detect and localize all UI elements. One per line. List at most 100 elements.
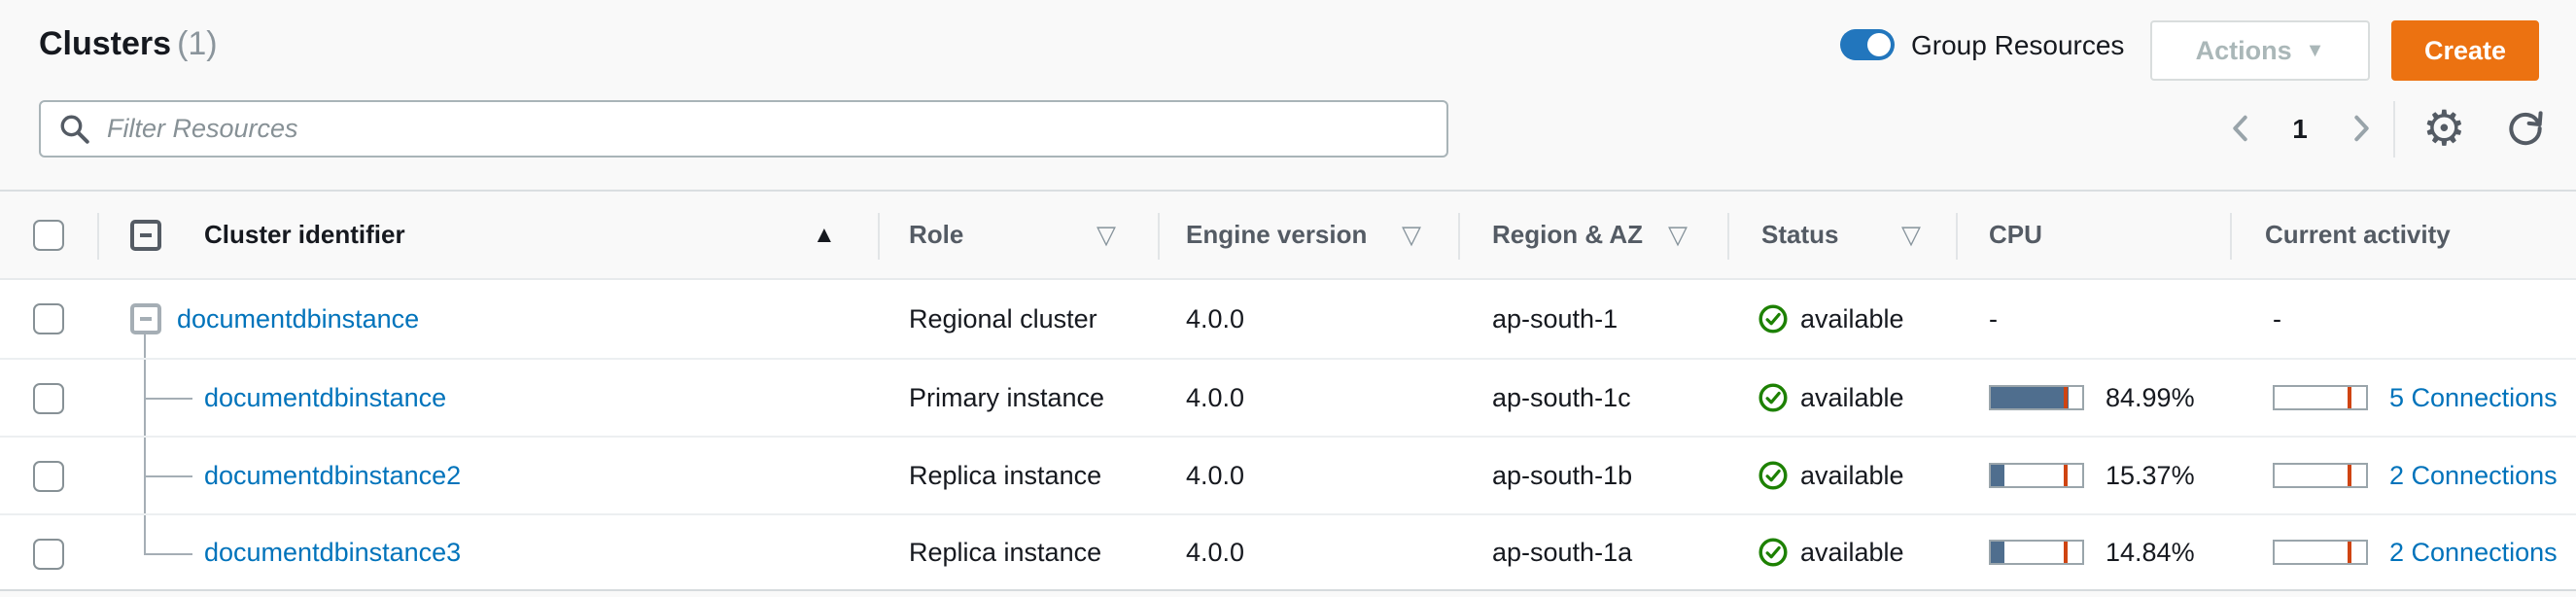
select-all-checkbox[interactable]	[33, 220, 64, 251]
region-cell: ap-south-1b	[1492, 438, 1632, 513]
row-checkbox[interactable]	[33, 383, 64, 414]
cpu-threshold-marker	[2064, 387, 2068, 408]
cpu-threshold-marker	[2064, 542, 2068, 563]
next-page-icon[interactable]	[2343, 111, 2378, 146]
sort-asc-icon[interactable]: ▲	[813, 192, 836, 278]
activity-meter	[2273, 385, 2368, 410]
sort-desc-icon[interactable]: ▽	[1901, 192, 1921, 278]
filter-box	[39, 100, 1448, 158]
region-cell: ap-south-1c	[1492, 360, 1631, 436]
filter-input[interactable]	[107, 114, 1429, 144]
column-header-cluster-identifier[interactable]: Cluster identifier	[204, 192, 405, 278]
cpu-threshold-marker	[2064, 465, 2068, 486]
region-cell: ap-south-1a	[1492, 515, 1632, 589]
activity-cell: 2 Connections	[2273, 438, 2558, 513]
search-icon	[58, 113, 91, 146]
status-text: available	[1800, 383, 1904, 413]
toolbar-divider	[2393, 101, 2395, 158]
cpu-percent: 15.37%	[2106, 461, 2195, 491]
instance-link[interactable]: documentdbinstance3	[204, 538, 461, 568]
tree-line	[144, 515, 146, 555]
engine-cell: 4.0.0	[1186, 280, 1244, 358]
cpu-meter	[1989, 463, 2084, 488]
page-title-text: Clusters	[39, 25, 171, 62]
activity-cell: 5 Connections	[2273, 360, 2558, 436]
sort-desc-icon[interactable]: ▽	[1668, 192, 1688, 278]
table-row-instance: documentdbinstance Primary instance 4.0.…	[0, 358, 2576, 436]
status-text: available	[1800, 304, 1904, 334]
status-ok-icon	[1758, 460, 1789, 491]
tree-line	[144, 334, 146, 358]
connections-link[interactable]: 5 Connections	[2389, 383, 2558, 413]
column-header-engine-version[interactable]: Engine version	[1186, 192, 1367, 278]
table-row-cluster: documentdbinstance Regional cluster 4.0.…	[0, 280, 2576, 358]
cpu-cell: 14.84%	[1989, 515, 2195, 589]
page-number[interactable]: 1	[2282, 114, 2317, 145]
column-header-cpu[interactable]: CPU	[1989, 192, 2042, 278]
activity-meter	[2273, 463, 2368, 488]
cpu-percent: 84.99%	[2106, 383, 2195, 413]
status-ok-icon	[1758, 537, 1789, 568]
cpu-cell: 84.99%	[1989, 360, 2195, 436]
cpu-percent: 14.84%	[2106, 538, 2195, 568]
activity-threshold-marker	[2348, 387, 2351, 408]
role-cell: Replica instance	[909, 515, 1101, 589]
row-checkbox[interactable]	[33, 539, 64, 570]
region-cell: ap-south-1	[1492, 280, 1618, 358]
row-checkbox[interactable]	[33, 461, 64, 492]
engine-cell: 4.0.0	[1186, 515, 1244, 589]
role-cell: Primary instance	[909, 360, 1104, 436]
role-cell: Regional cluster	[909, 280, 1097, 358]
status-cell: available	[1758, 360, 1904, 436]
engine-cell: 4.0.0	[1186, 438, 1244, 513]
engine-cell: 4.0.0	[1186, 360, 1244, 436]
status-cell: available	[1758, 438, 1904, 513]
group-resources-toggle[interactable]	[1840, 29, 1895, 60]
gear-icon[interactable]: ⚙	[2422, 101, 2466, 156]
clusters-page: Clusters(1) Group Resources Actions ▼ Cr…	[0, 0, 2576, 597]
actions-button-label: Actions	[2196, 36, 2292, 66]
status-text: available	[1800, 538, 1904, 568]
column-header-current-activity[interactable]: Current activity	[2265, 192, 2451, 278]
sort-desc-icon[interactable]: ▽	[1402, 192, 1421, 278]
table-row-instance: documentdbinstance3 Replica instance 4.0…	[0, 513, 2576, 591]
status-cell: available	[1758, 515, 1904, 589]
connections-link[interactable]: 2 Connections	[2389, 538, 2558, 568]
column-header-status[interactable]: Status	[1761, 192, 1838, 278]
prev-page-icon[interactable]	[2224, 111, 2259, 146]
collapse-all-icon[interactable]	[130, 220, 161, 251]
tree-line	[144, 475, 192, 477]
cpu-meter	[1989, 385, 2084, 410]
instance-link[interactable]: documentdbinstance2	[204, 461, 461, 491]
clusters-table: Cluster identifier ▲ Role ▽ Engine versi…	[0, 190, 2576, 591]
refresh-icon[interactable]	[2504, 107, 2547, 150]
collapse-row-icon[interactable]	[130, 303, 161, 334]
tree-line	[144, 398, 192, 400]
status-ok-icon	[1758, 382, 1789, 413]
connections-link[interactable]: 2 Connections	[2389, 461, 2558, 491]
toggle-knob-icon	[1867, 33, 1891, 56]
cluster-link[interactable]: documentdbinstance	[177, 304, 419, 334]
cpu-cell: 15.37%	[1989, 438, 2195, 513]
chevron-down-icon: ▼	[2306, 40, 2325, 62]
table-header-row: Cluster identifier ▲ Role ▽ Engine versi…	[0, 190, 2576, 280]
column-header-role[interactable]: Role	[909, 192, 963, 278]
page-title: Clusters(1)	[39, 25, 218, 63]
row-checkbox[interactable]	[33, 303, 64, 334]
activity-threshold-marker	[2348, 542, 2351, 563]
cpu-meter	[1989, 540, 2084, 565]
status-cell: available	[1758, 280, 1904, 358]
cpu-cell: -	[1989, 280, 1998, 358]
tree-line	[144, 553, 192, 555]
create-button[interactable]: Create	[2391, 20, 2539, 81]
activity-threshold-marker	[2348, 465, 2351, 486]
role-cell: Replica instance	[909, 438, 1101, 513]
actions-button[interactable]: Actions ▼	[2150, 20, 2370, 81]
instance-link[interactable]: documentdbinstance	[204, 383, 446, 413]
activity-cell: -	[2273, 280, 2281, 358]
sort-desc-icon[interactable]: ▽	[1097, 192, 1116, 278]
activity-cell: 2 Connections	[2273, 515, 2558, 589]
cluster-count: (1)	[177, 25, 218, 62]
column-header-region-az[interactable]: Region & AZ	[1492, 192, 1643, 278]
activity-meter	[2273, 540, 2368, 565]
